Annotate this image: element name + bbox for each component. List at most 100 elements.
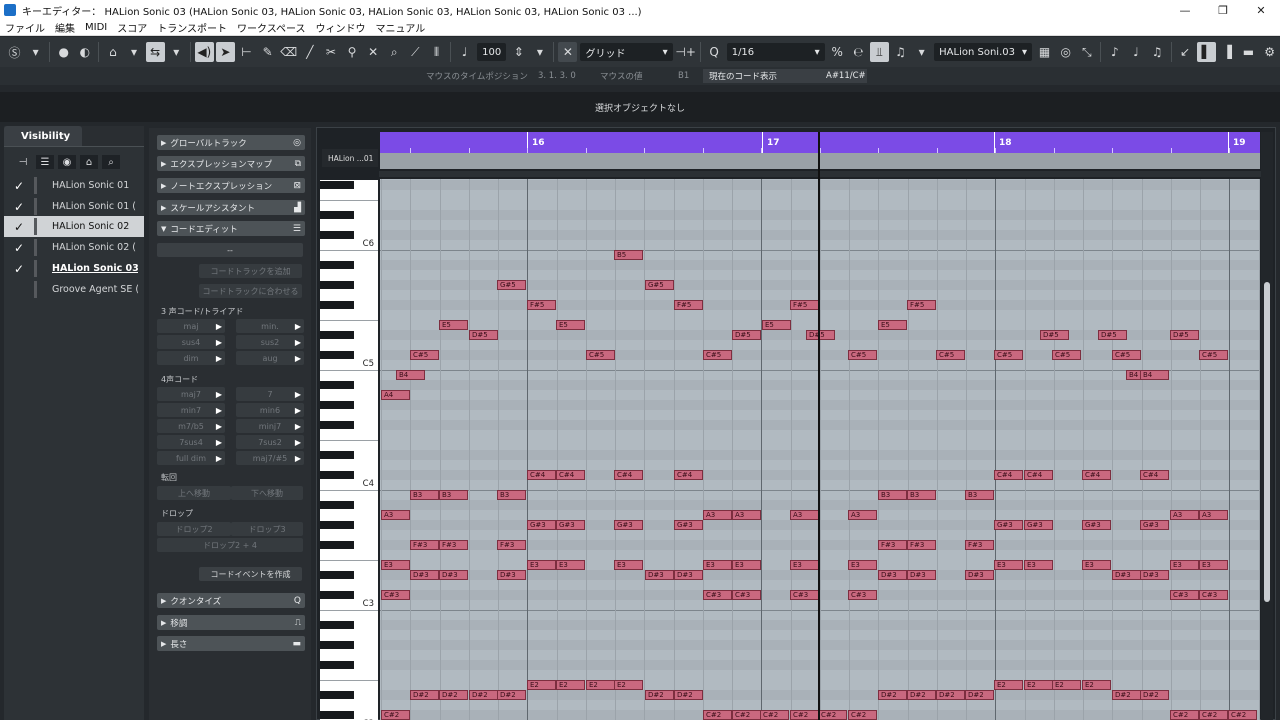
menu-file[interactable]: ファイル [5, 20, 45, 35]
midi-note[interactable]: C#5 [410, 350, 439, 360]
chord-icon[interactable]: ♫ [891, 42, 910, 62]
midi-note[interactable]: D#3 [439, 570, 468, 580]
menu-transport[interactable]: トランスポート [157, 20, 227, 35]
midi-note[interactable]: D#5 [1098, 330, 1127, 340]
midi-note[interactable]: C#5 [1052, 350, 1081, 360]
midi-note[interactable]: F#3 [878, 540, 907, 550]
settings-icon[interactable]: ⚙ [1260, 42, 1279, 62]
section-expression-map[interactable]: ▶ エクスプレッションマップ ⧉ [157, 156, 305, 171]
midi-note[interactable]: C#2 [1228, 710, 1257, 720]
section-length[interactable]: ▶ 長さ ▬ [157, 636, 305, 651]
left-zone-icon[interactable]: ▌ [1196, 42, 1216, 62]
section-chord-edit[interactable]: ▼ コードエディット ☰ [157, 221, 305, 236]
chord-type-button[interactable]: min7 ▶ [157, 403, 225, 417]
check-icon[interactable]: ✓ [4, 179, 34, 193]
black-key[interactable] [320, 691, 354, 699]
midi-note[interactable]: E3 [703, 560, 732, 570]
midi-note[interactable]: G#3 [556, 520, 585, 530]
midi-note[interactable]: F#3 [907, 540, 936, 550]
midi-note[interactable]: E3 [556, 560, 585, 570]
midi-note[interactable]: A3 [848, 510, 877, 520]
midi-note[interactable]: D#5 [1170, 330, 1199, 340]
midi-note[interactable]: B3 [410, 490, 439, 500]
midi-note[interactable]: C#2 [381, 710, 410, 720]
list-icon[interactable]: ☰ [36, 155, 54, 169]
midi-note[interactable]: D#2 [469, 690, 498, 700]
midi-note[interactable]: C#3 [1170, 590, 1199, 600]
note-grid[interactable]: B5 G#5 G#5 F#5 F#5 F#5 F#5 E5 E5 E5 E5 D#5 D#5 D#5 D#5… [380, 179, 1260, 720]
section-transpose[interactable]: ▶ 移調 ⎍ [157, 615, 305, 630]
midi-note[interactable]: C#4 [614, 470, 643, 480]
record-icon[interactable]: ● [54, 42, 73, 62]
midi-note[interactable]: D#2 [1112, 690, 1141, 700]
project-cursor[interactable] [818, 132, 820, 720]
black-key[interactable] [320, 301, 354, 309]
black-key[interactable] [320, 541, 354, 549]
mute-tool-icon[interactable]: ✕ [364, 42, 383, 62]
midi-note[interactable]: B4 [1140, 370, 1169, 380]
moon-icon[interactable]: ◐ [75, 42, 94, 62]
black-key[interactable] [320, 381, 354, 389]
midi-note[interactable]: D#5 [1040, 330, 1069, 340]
section-scale-assistant[interactable]: ▶ スケールアシスタント ▟ [157, 200, 305, 215]
line-tool-icon[interactable]: ╱ [300, 42, 319, 62]
track-visibility-row[interactable]: ✓ HALion Sonic 03 [4, 258, 144, 279]
step-icon[interactable]: ♫ [1148, 42, 1167, 62]
midi-note[interactable]: C#4 [674, 470, 703, 480]
black-key[interactable] [320, 331, 354, 339]
midi-note[interactable]: E3 [1199, 560, 1228, 570]
midi-note[interactable]: G#5 [645, 280, 674, 290]
follow-chord-track-button[interactable]: コードトラックに合わせる [199, 284, 302, 298]
chord-type-button[interactable]: sus4 ▶ [157, 335, 225, 349]
midi-note[interactable]: A3 [381, 510, 410, 520]
chevron-down-icon[interactable]: ▾ [912, 42, 931, 62]
midi-note[interactable]: D#2 [936, 690, 965, 700]
midi-note[interactable]: D#2 [645, 690, 674, 700]
midi-note[interactable]: G#3 [674, 520, 703, 530]
maximize-button[interactable]: ❐ [1204, 0, 1242, 20]
midi-note[interactable]: C#5 [1112, 350, 1141, 360]
chord-type-button[interactable]: dim ▶ [157, 351, 225, 365]
midi-note[interactable]: F#3 [410, 540, 439, 550]
step-icon[interactable]: ♩ [1126, 42, 1145, 62]
glue-icon[interactable]: ⚲ [343, 42, 362, 62]
midi-note[interactable]: B3 [907, 490, 936, 500]
menu-manual[interactable]: マニュアル [376, 20, 426, 35]
midi-note[interactable]: C#4 [527, 470, 556, 480]
percent-icon[interactable]: % [828, 42, 847, 62]
midi-note[interactable]: G#3 [1140, 520, 1169, 530]
midi-note[interactable]: C#2 [790, 710, 819, 720]
autoscroll-icon[interactable]: ⇆ [145, 42, 165, 62]
midi-note[interactable]: C#3 [381, 590, 410, 600]
midi-note[interactable]: F#3 [965, 540, 994, 550]
midi-note[interactable]: C#3 [732, 590, 761, 600]
midi-note[interactable]: D#3 [1112, 570, 1141, 580]
midi-note[interactable]: E3 [790, 560, 819, 570]
chord-type-button[interactable]: full dim ▶ [157, 451, 225, 465]
chord-type-button[interactable]: maj7 ▶ [157, 387, 225, 401]
midi-note[interactable]: C#4 [1140, 470, 1169, 480]
swing-icon[interactable]: ℮ [849, 42, 868, 62]
snap-live-icon[interactable]: ⊣+ [675, 42, 696, 62]
midi-note[interactable]: C#2 [848, 710, 877, 720]
midi-note[interactable]: B3 [965, 490, 994, 500]
keyboard-icon[interactable]: ▦ [1035, 42, 1054, 62]
track-visibility-row[interactable]: ✓ HALion Sonic 02 [4, 216, 144, 237]
add-chord-track-button[interactable]: コードトラックを追加 [199, 264, 302, 278]
drop3-button[interactable]: ドロップ3 [231, 522, 303, 536]
chord-type-button[interactable]: m7/b5 ▶ [157, 419, 225, 433]
midi-note[interactable]: D#2 [907, 690, 936, 700]
midi-note[interactable]: E2 [527, 680, 556, 690]
midi-note[interactable]: E2 [994, 680, 1023, 690]
chevron-down-icon[interactable]: ▾ [124, 42, 143, 62]
midi-note[interactable]: C#3 [848, 590, 877, 600]
midi-note[interactable]: F#5 [674, 300, 703, 310]
black-key[interactable] [320, 181, 354, 189]
chord-type-button[interactable]: min6 ▶ [236, 403, 304, 417]
chord-type-button[interactable]: minj7 ▶ [236, 419, 304, 433]
midi-note[interactable]: D#3 [674, 570, 703, 580]
arrow-icon[interactable]: ↙ [1176, 42, 1195, 62]
black-key[interactable] [320, 281, 354, 289]
midi-note[interactable]: B4 [396, 370, 425, 380]
trim-icon[interactable]: ⫴ [427, 42, 446, 62]
